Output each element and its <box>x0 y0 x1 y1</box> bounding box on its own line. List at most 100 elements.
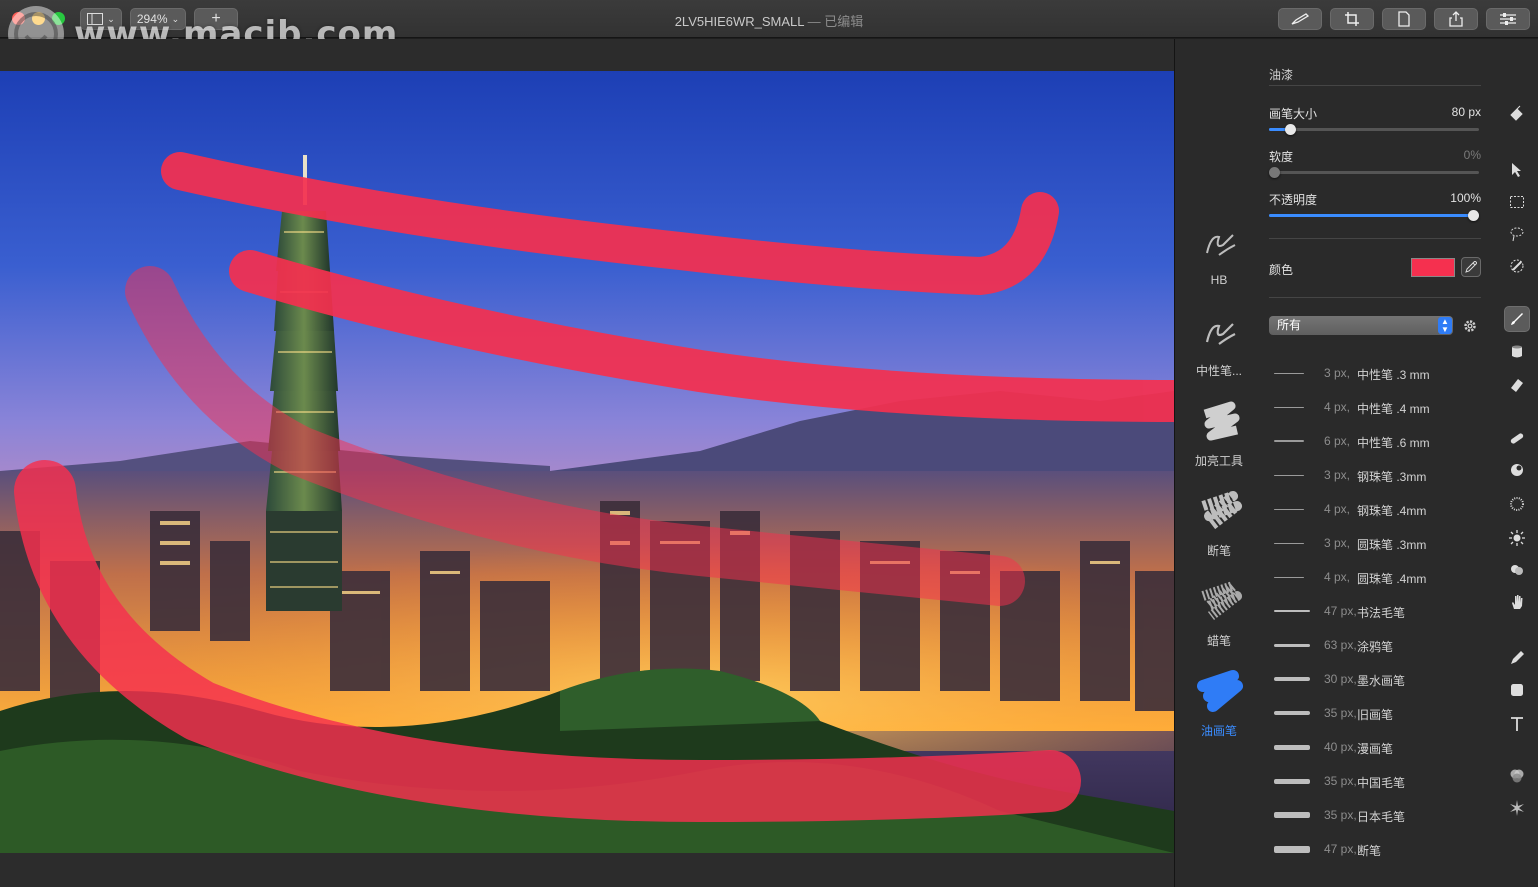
bandage-tool-button[interactable] <box>1504 425 1530 451</box>
brush-category-gel-pen[interactable]: 中性笔... <box>1183 304 1255 379</box>
list-item[interactable]: 3 px, 中性笔 .3 mm <box>1269 356 1481 390</box>
preset-size: 35 px, <box>1324 808 1357 822</box>
preset-stroke-preview <box>1274 779 1310 784</box>
crop-button[interactable] <box>1330 8 1374 30</box>
paintbrush-tool-button[interactable] <box>1504 306 1530 332</box>
effects-tool-button[interactable] <box>1504 795 1530 821</box>
brush-category-label: HB <box>1210 273 1228 287</box>
opacity-value: 100% <box>1450 191 1481 205</box>
broken-stroke-icon <box>1201 491 1242 530</box>
paint-pot-icon <box>1512 345 1522 358</box>
list-item[interactable]: 40 px, 漫画笔 <box>1269 730 1481 764</box>
hand-icon <box>1512 595 1523 609</box>
share-button[interactable] <box>1434 8 1478 30</box>
brush-category-broken[interactable]: 断笔 <box>1183 484 1255 559</box>
eyedropper-button[interactable] <box>1461 257 1481 277</box>
list-item[interactable]: 63 px, 涂鸦笔 <box>1269 628 1481 662</box>
text-icon <box>1511 717 1523 731</box>
list-item[interactable]: 3 px, 钢珠笔 .3mm <box>1269 458 1481 492</box>
preset-size: 4 px, <box>1324 502 1351 516</box>
eraser-tool-button[interactable] <box>1504 372 1530 398</box>
divider <box>1269 85 1481 86</box>
blur-tool-button[interactable] <box>1504 491 1530 517</box>
preset-name: 漫画笔 <box>1357 742 1394 756</box>
preset-stroke-preview <box>1274 745 1310 750</box>
divider <box>1269 297 1481 298</box>
smudge-tool-button[interactable] <box>1504 557 1530 583</box>
list-item[interactable]: 3 px, 圆珠笔 .3mm <box>1269 526 1481 560</box>
list-item[interactable]: 35 px, 旧画笔 <box>1269 696 1481 730</box>
list-item[interactable] <box>1269 344 1481 356</box>
canvas-area[interactable] <box>0 39 1174 887</box>
color-swatch[interactable] <box>1411 258 1455 277</box>
pen-tool-button[interactable] <box>1504 645 1530 671</box>
brush-category-crayon[interactable]: 蜡笔 <box>1183 574 1255 649</box>
paint-bucket-icon <box>1510 105 1523 121</box>
preset-stroke-preview <box>1274 711 1310 715</box>
list-item[interactable]: 6 px, 中性笔 .6 mm <box>1269 424 1481 458</box>
preset-name: 中性笔 .4 mm <box>1357 402 1430 416</box>
brush-category-hb[interactable]: HB <box>1183 215 1255 287</box>
lasso-tool-button[interactable] <box>1504 221 1530 247</box>
brush-filter-select[interactable]: 所有 ▲ ▼ <box>1269 316 1453 335</box>
adjust-button[interactable] <box>1486 8 1530 30</box>
brush-settings-button[interactable] <box>1278 8 1322 30</box>
brush-category-label: 加亮工具 <box>1194 454 1243 468</box>
document-button[interactable] <box>1382 8 1426 30</box>
color-label: 颜色 <box>1269 263 1294 277</box>
rect-select-icon <box>1510 196 1524 208</box>
list-item[interactable]: 4 px, 圆珠笔 .4mm <box>1269 560 1481 594</box>
list-item[interactable]: 35 px, 中国毛笔 <box>1269 764 1481 798</box>
preset-name: 书法毛笔 <box>1357 606 1406 620</box>
paint-pot-tool-button[interactable] <box>1504 338 1530 364</box>
list-item[interactable]: 4 px, 钢珠笔 .4mm <box>1269 492 1481 526</box>
shape-tool-button[interactable] <box>1504 677 1530 703</box>
preset-stroke-preview <box>1274 677 1310 681</box>
opacity-label: 不透明度 <box>1269 193 1318 207</box>
color-adjust-icon <box>1510 769 1524 783</box>
brush-category-highlighter[interactable]: 加亮工具 <box>1183 394 1255 469</box>
preset-stroke-preview <box>1274 407 1304 408</box>
sharpen-tool-button[interactable] <box>1504 525 1530 551</box>
preset-size: 3 px, <box>1324 468 1351 482</box>
hand-tool-button[interactable] <box>1504 589 1530 615</box>
slider-knob[interactable] <box>1269 167 1280 178</box>
brush-preset-list[interactable]: 3 px, 中性笔 .3 mm 4 px, 中性笔 .4 mm 6 px, 中性笔 .6 … <box>1269 344 1481 887</box>
preset-size: 47 px, <box>1324 842 1357 856</box>
list-item[interactable]: 30 px, 墨水画笔 <box>1269 662 1481 696</box>
color-adjust-tool-button[interactable] <box>1504 763 1530 789</box>
preset-size: 63 px, <box>1324 638 1357 652</box>
document-name: 2LV5HIE6WR_SMALL <box>674 14 805 29</box>
list-item[interactable]: 4 px, 中性笔 .4 mm <box>1269 390 1481 424</box>
preset-name: 墨水画笔 <box>1357 674 1406 688</box>
brush-category-oil[interactable]: 油画笔 <box>1183 664 1255 739</box>
share-icon <box>1449 11 1463 27</box>
rect-select-tool-button[interactable] <box>1504 189 1530 215</box>
photo-canvas[interactable] <box>0 71 1174 853</box>
clone-tool-button[interactable] <box>1504 457 1530 483</box>
preset-size: 40 px, <box>1324 740 1357 754</box>
shape-icon <box>1511 684 1523 696</box>
slider-knob[interactable] <box>1285 124 1296 135</box>
list-item[interactable]: 47 px, 书法毛笔 <box>1269 594 1481 628</box>
crayon-stroke-icon <box>1201 581 1242 620</box>
gear-icon[interactable] <box>1462 318 1478 334</box>
paint-bucket-tool-button[interactable] <box>1504 101 1530 127</box>
softness-slider[interactable] <box>1269 167 1479 178</box>
magic-select-tool-button[interactable] <box>1504 253 1530 279</box>
brush-size-slider[interactable] <box>1269 124 1479 135</box>
arrow-select-icon <box>1512 163 1521 177</box>
brush-filter-value: 所有 <box>1277 318 1302 332</box>
opacity-slider[interactable] <box>1269 210 1479 221</box>
text-tool-button[interactable] <box>1504 711 1530 737</box>
preset-size: 3 px, <box>1324 536 1351 550</box>
arrow-select-tool-button[interactable] <box>1504 157 1530 183</box>
list-item[interactable]: 35 px, 日本毛笔 <box>1269 798 1481 832</box>
slider-knob[interactable] <box>1468 210 1479 221</box>
lasso-icon <box>1510 227 1524 242</box>
preset-stroke-preview <box>1274 644 1310 647</box>
sharpen-icon <box>1509 530 1525 546</box>
preset-name: 圆珠笔 .3mm <box>1357 538 1427 552</box>
list-item[interactable]: 47 px, 断笔 <box>1269 832 1481 866</box>
softness-value: 0% <box>1463 148 1481 162</box>
